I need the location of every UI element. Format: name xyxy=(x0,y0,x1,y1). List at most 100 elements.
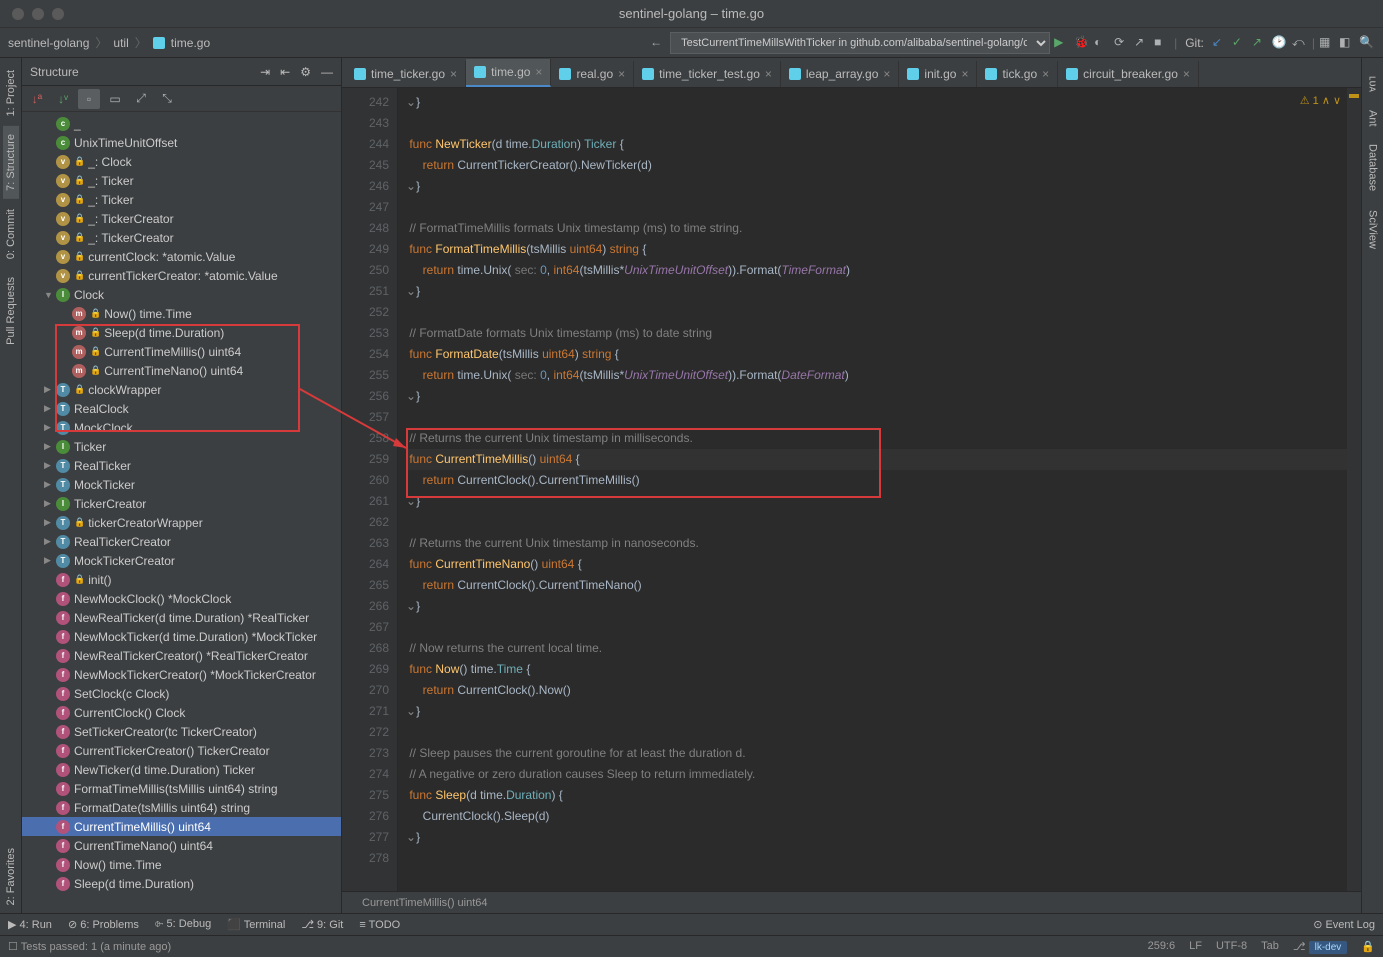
bottom-tab[interactable]: ⌱ 5: Debug xyxy=(155,918,211,931)
bottom-tab[interactable]: ▶ 4: Run xyxy=(8,918,52,931)
bottom-tab[interactable]: ⊘ 6: Problems xyxy=(68,918,139,931)
structure-item[interactable]: ▶T🔒tickerCreatorWrapper xyxy=(22,513,341,532)
bottom-tab[interactable]: ⊙ Event Log xyxy=(1313,918,1375,931)
structure-item[interactable]: fCurrentTimeMillis() uint64 xyxy=(22,817,341,836)
editor-tab[interactable]: init.go× xyxy=(899,61,977,87)
ide-plugins-icon[interactable]: ◧ xyxy=(1339,35,1355,51)
show-fields-icon[interactable]: ▫ xyxy=(78,89,100,109)
structure-item[interactable]: ▶TRealTickerCreator xyxy=(22,532,341,551)
close-icon[interactable]: × xyxy=(961,67,968,81)
structure-item[interactable]: fNewTicker(d time.Duration) Ticker xyxy=(22,760,341,779)
coverage-icon[interactable]: ◐ xyxy=(1094,35,1110,51)
structure-item[interactable]: ▶ITickerCreator xyxy=(22,494,341,513)
editor-tab[interactable]: real.go× xyxy=(551,61,634,87)
close-icon[interactable]: × xyxy=(450,67,457,81)
structure-item[interactable]: fSetTickerCreator(tc TickerCreator) xyxy=(22,722,341,741)
tab-pull-requests[interactable]: Pull Requests xyxy=(3,269,19,353)
tab-favorites[interactable]: 2: Favorites xyxy=(3,840,19,913)
structure-item[interactable]: fNewMockTicker(d time.Duration) *MockTic… xyxy=(22,627,341,646)
structure-item[interactable]: v🔒_: TickerCreator xyxy=(22,209,341,228)
structure-item[interactable]: m🔒CurrentTimeNano() uint64 xyxy=(22,361,341,380)
ide-settings-icon[interactable]: ▦ xyxy=(1319,35,1335,51)
run-config-select[interactable]: TestCurrentTimeMillsWithTicker in github… xyxy=(670,32,1050,54)
debug-icon[interactable]: 🐞 xyxy=(1074,35,1090,51)
editor-tab[interactable]: time_ticker_test.go× xyxy=(634,61,781,87)
editor-tab[interactable]: leap_array.go× xyxy=(781,61,900,87)
structure-item[interactable]: fCurrentTickerCreator() TickerCreator xyxy=(22,741,341,760)
status-position[interactable]: 259:6 xyxy=(1148,940,1176,953)
crumb-file[interactable]: time.go xyxy=(171,36,210,50)
structure-item[interactable]: fNewRealTickerCreator() *RealTickerCreat… xyxy=(22,646,341,665)
profile-icon[interactable]: ⟳ xyxy=(1114,35,1130,51)
structure-item[interactable]: fNewMockTickerCreator() *MockTickerCreat… xyxy=(22,665,341,684)
inspection-indicator[interactable]: ⚠ 1 ∧ ∨ xyxy=(1300,94,1341,107)
structure-item[interactable]: cUnixTimeUnitOffset xyxy=(22,133,341,152)
git-push-icon[interactable]: ↗ xyxy=(1252,35,1268,51)
editor-tab[interactable]: time_ticker.go× xyxy=(346,61,466,87)
sort-visibility-icon[interactable]: ↓ᵛ xyxy=(52,89,74,109)
structure-item[interactable]: v🔒_: Ticker xyxy=(22,190,341,209)
back-icon[interactable]: ← xyxy=(650,35,666,51)
close-icon[interactable]: × xyxy=(618,67,625,81)
structure-item[interactable]: v🔒_: TickerCreator xyxy=(22,228,341,247)
editor-breadcrumb[interactable]: CurrentTimeMillis() uint64 xyxy=(342,891,1361,913)
git-commit-icon[interactable]: ✓ xyxy=(1232,35,1248,51)
settings-icon[interactable]: ⚙ xyxy=(300,65,311,79)
structure-item[interactable]: v🔒_: Ticker xyxy=(22,171,341,190)
sort-alpha-icon[interactable]: ↓ª xyxy=(26,89,48,109)
gutter[interactable]: 2422432442452462472482492502512522532542… xyxy=(342,88,398,891)
structure-item[interactable]: fCurrentTimeNano() uint64 xyxy=(22,836,341,855)
editor-tab[interactable]: time.go× xyxy=(466,59,551,87)
breadcrumb[interactable]: sentinel-golang 〉 util 〉 time.go xyxy=(8,34,210,51)
structure-item[interactable]: v🔒currentClock: *atomic.Value xyxy=(22,247,341,266)
tab-lua[interactable]: ʟᴜᴀ xyxy=(1365,68,1381,100)
stop-icon[interactable]: ■ xyxy=(1154,35,1170,51)
status-line-sep[interactable]: LF xyxy=(1189,940,1202,953)
tab-commit[interactable]: 0: Commit xyxy=(3,201,19,267)
tab-project[interactable]: 1: Project xyxy=(3,62,19,124)
git-update-icon[interactable]: ↙ xyxy=(1212,35,1228,51)
git-rollback-icon[interactable]: ⤺ xyxy=(1292,35,1308,51)
status-indent[interactable]: Tab xyxy=(1261,940,1279,953)
status-lock-icon[interactable]: 🔒 xyxy=(1361,940,1375,953)
structure-item[interactable]: fNow() time.Time xyxy=(22,855,341,874)
expand-icon[interactable]: ⇥ xyxy=(260,65,270,79)
tab-database[interactable]: Database xyxy=(1365,136,1381,199)
autoscroll-from-icon[interactable]: ⤡ xyxy=(156,89,178,109)
structure-item[interactable]: fSleep(d time.Duration) xyxy=(22,874,341,893)
structure-item[interactable]: m🔒Sleep(d time.Duration) xyxy=(22,323,341,342)
tab-ant[interactable]: Ant xyxy=(1365,102,1381,135)
structure-item[interactable]: m🔒CurrentTimeMillis() uint64 xyxy=(22,342,341,361)
autoscroll-icon[interactable]: ⤢ xyxy=(130,89,152,109)
structure-item[interactable]: ▶T🔒clockWrapper xyxy=(22,380,341,399)
git-history-icon[interactable]: 🕑 xyxy=(1272,35,1288,51)
structure-item[interactable]: fFormatTimeMillis(tsMillis uint64) strin… xyxy=(22,779,341,798)
close-icon[interactable]: × xyxy=(1042,67,1049,81)
structure-item[interactable]: ▶TMockTickerCreator xyxy=(22,551,341,570)
bottom-tab[interactable]: ⎇ 9: Git xyxy=(301,918,343,931)
structure-item[interactable]: ▶TRealClock xyxy=(22,399,341,418)
structure-item[interactable]: fSetClock(c Clock) xyxy=(22,684,341,703)
structure-item[interactable]: fCurrentClock() Clock xyxy=(22,703,341,722)
structure-item[interactable]: f🔒init() xyxy=(22,570,341,589)
structure-item[interactable]: ▶ITicker xyxy=(22,437,341,456)
collapse-icon[interactable]: ⇤ xyxy=(280,65,290,79)
status-branch[interactable]: ⎇ lk-dev xyxy=(1293,940,1347,953)
crumb-project[interactable]: sentinel-golang xyxy=(8,36,89,50)
attach-icon[interactable]: ↗ xyxy=(1134,35,1150,51)
structure-item[interactable]: ▶TMockTicker xyxy=(22,475,341,494)
close-icon[interactable]: × xyxy=(1183,67,1190,81)
crumb-folder[interactable]: util xyxy=(113,36,128,50)
structure-tree[interactable]: c_cUnixTimeUnitOffsetv🔒_: Clockv🔒_: Tick… xyxy=(22,112,341,913)
close-icon[interactable]: × xyxy=(765,67,772,81)
close-icon[interactable]: × xyxy=(883,67,890,81)
run-icon[interactable]: ▶ xyxy=(1054,35,1070,51)
structure-item[interactable]: ▶TRealTicker xyxy=(22,456,341,475)
structure-item[interactable]: fNewRealTicker(d time.Duration) *RealTic… xyxy=(22,608,341,627)
hide-icon[interactable]: — xyxy=(321,65,333,79)
code-area[interactable]: ⌄} func NewTicker(d time.Duration) Ticke… xyxy=(398,88,1347,891)
status-encoding[interactable]: UTF-8 xyxy=(1216,940,1247,953)
structure-item[interactable]: ▶TMockClock xyxy=(22,418,341,437)
structure-item[interactable]: v🔒currentTickerCreator: *atomic.Value xyxy=(22,266,341,285)
structure-item[interactable]: v🔒_: Clock xyxy=(22,152,341,171)
